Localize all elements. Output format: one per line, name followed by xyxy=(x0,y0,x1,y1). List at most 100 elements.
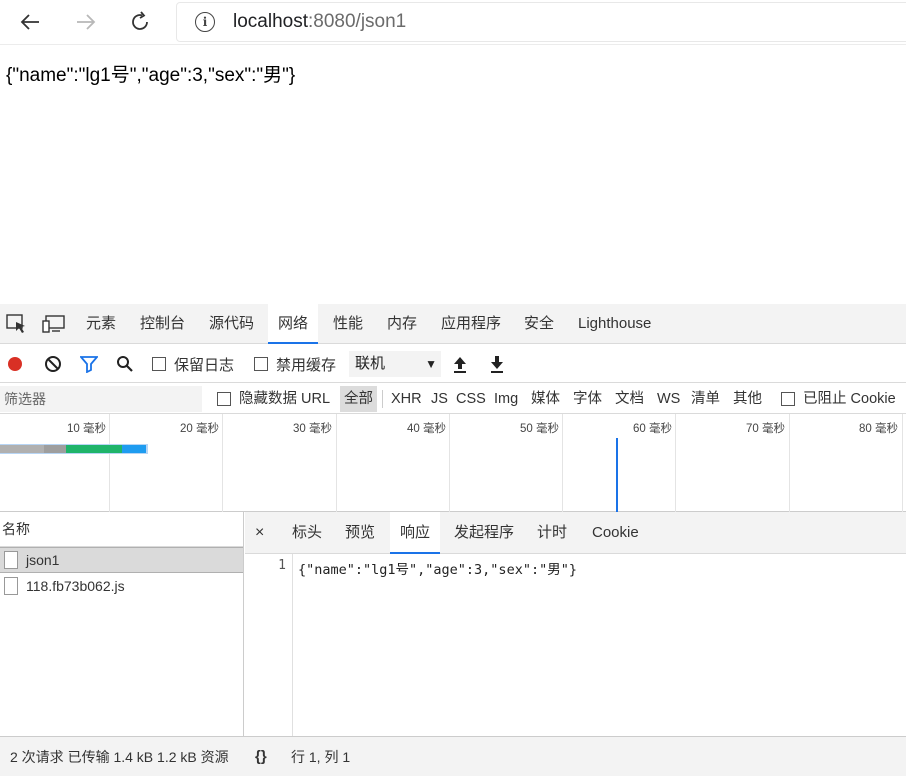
forward-icon[interactable] xyxy=(68,4,104,40)
preserve-log-toggle[interactable]: 保留日志 xyxy=(152,345,234,383)
filter-divider xyxy=(382,390,383,408)
timeline-tick-label: 60 毫秒 xyxy=(633,423,672,435)
filter-type-media[interactable]: 媒体 xyxy=(531,384,560,414)
preserve-log-label: 保留日志 xyxy=(174,356,235,374)
timeline-gridline xyxy=(449,414,450,512)
record-icon[interactable] xyxy=(6,345,24,383)
network-toolbar: 保留日志 禁用缓存 联机 ▼ xyxy=(0,345,906,383)
url-text: localhost:8080/json1 xyxy=(233,11,406,33)
network-summary: 2 次请求 已传输 1.4 kB 1.2 kB 资源 xyxy=(10,749,229,765)
filter-type-manifest[interactable]: 清单 xyxy=(691,384,720,414)
timeline-gridline xyxy=(562,414,563,512)
cursor-position: 行 1, 列 1 xyxy=(291,749,351,765)
request-row[interactable]: json1 xyxy=(0,547,243,573)
load-event-marker xyxy=(616,438,618,512)
tab-initiator[interactable]: 发起程序 xyxy=(454,512,514,554)
filter-type-doc[interactable]: 文档 xyxy=(615,384,644,414)
name-column-header[interactable]: 名称 xyxy=(0,512,243,547)
page-json-text: {"name":"lg1号","age":3,"sex":"男"} xyxy=(6,65,296,86)
timeline-tick-label: 80 毫秒 xyxy=(859,423,898,435)
tab-lighthouse[interactable]: Lighthouse xyxy=(578,304,651,344)
timeline-gridline xyxy=(902,414,903,512)
tab-security[interactable]: 安全 xyxy=(524,304,554,344)
tab-headers[interactable]: 标头 xyxy=(292,512,322,554)
request-detail: × 标头 预览 响应 发起程序 计时 Cookie 1 {"name":"lg1… xyxy=(245,512,906,736)
tab-network[interactable]: 网络 xyxy=(268,304,319,344)
filter-type-css[interactable]: CSS xyxy=(456,384,486,414)
clear-icon[interactable] xyxy=(44,345,62,383)
throttle-select[interactable]: 联机 ▼ xyxy=(349,351,441,377)
tab-cookies[interactable]: Cookie xyxy=(592,512,639,554)
blocked-cookies-checkbox[interactable] xyxy=(781,392,795,406)
back-icon[interactable] xyxy=(12,4,48,40)
tab-application[interactable]: 应用程序 xyxy=(441,304,501,344)
filter-type-img[interactable]: Img xyxy=(494,384,518,414)
filter-bar: 筛选器 隐藏数据 URL 全部 XHR JS CSS Img 媒体 字体 文档 … xyxy=(0,384,906,414)
tab-sources[interactable]: 源代码 xyxy=(209,304,254,344)
browser-toolbar: i localhost:8080/json1 xyxy=(0,0,906,44)
close-icon[interactable]: × xyxy=(255,512,264,554)
tab-memory[interactable]: 内存 xyxy=(387,304,417,344)
request-bar-queue xyxy=(0,445,44,453)
tab-response[interactable]: 响应 xyxy=(390,512,441,554)
disable-cache-label: 禁用缓存 xyxy=(276,356,337,374)
timeline-gridline xyxy=(109,414,110,512)
filter-type-other[interactable]: 其他 xyxy=(733,384,762,414)
timeline-tick-label: 70 毫秒 xyxy=(746,423,785,435)
info-icon[interactable]: i xyxy=(195,12,215,32)
timeline-overview[interactable]: 10 毫秒 20 毫秒 30 毫秒 40 毫秒 50 毫秒 60 毫秒 70 毫… xyxy=(0,414,906,512)
request-name: 118.fb73b062.js xyxy=(26,578,125,594)
tab-preview[interactable]: 预览 xyxy=(345,512,375,554)
line-gutter: 1 xyxy=(245,554,293,736)
request-bar-download xyxy=(122,445,146,453)
preserve-log-checkbox[interactable] xyxy=(152,357,166,371)
document-icon xyxy=(4,577,18,595)
disable-cache-toggle[interactable]: 禁用缓存 xyxy=(254,345,336,383)
filter-input[interactable]: 筛选器 xyxy=(0,386,202,412)
request-bar-stalled xyxy=(44,445,66,453)
toolbar-divider xyxy=(0,44,906,45)
hide-data-urls-toggle[interactable]: 隐藏数据 URL xyxy=(217,384,330,414)
line-number: 1 xyxy=(278,558,286,573)
detail-status-bar: {} 行 1, 列 1 xyxy=(245,736,906,776)
tab-timing[interactable]: 计时 xyxy=(537,512,567,554)
request-bar-waiting xyxy=(66,445,122,453)
throttle-value: 联机 xyxy=(355,355,386,372)
devtools-tabbar: 元素 控制台 源代码 网络 性能 内存 应用程序 安全 Lighthouse xyxy=(0,304,906,344)
filter-type-xhr[interactable]: XHR xyxy=(391,384,422,414)
hide-data-urls-checkbox[interactable] xyxy=(217,392,231,406)
timeline-gridline xyxy=(222,414,223,512)
timeline-tick-label: 50 毫秒 xyxy=(520,423,559,435)
response-code[interactable]: {"name":"lg1号","age":3,"sex":"男"} xyxy=(298,558,577,578)
blocked-cookies-toggle[interactable]: 已阻止 Cookie xyxy=(781,384,896,414)
timeline-tick-label: 20 毫秒 xyxy=(180,423,219,435)
filter-type-all[interactable]: 全部 xyxy=(340,386,377,412)
hide-data-urls-label: 隐藏数据 URL xyxy=(239,391,331,407)
inspect-element-icon[interactable] xyxy=(6,314,28,334)
request-name: json1 xyxy=(26,552,60,568)
device-toolbar-icon[interactable] xyxy=(42,314,65,334)
timeline-tick-label: 30 毫秒 xyxy=(293,423,332,435)
timeline-tick-label: 10 毫秒 xyxy=(67,423,106,435)
timeline-gridline xyxy=(789,414,790,512)
pretty-print-icon[interactable]: {} xyxy=(255,737,267,777)
timeline-gridline xyxy=(336,414,337,512)
filter-type-js[interactable]: JS xyxy=(431,384,448,414)
filter-icon[interactable] xyxy=(80,345,98,383)
refresh-icon[interactable] xyxy=(122,4,158,40)
export-har-icon[interactable] xyxy=(489,345,505,383)
tab-console[interactable]: 控制台 xyxy=(140,304,185,344)
request-row[interactable]: 118.fb73b062.js xyxy=(0,573,243,599)
tab-elements[interactable]: 元素 xyxy=(86,304,116,344)
timeline-tick-label: 40 毫秒 xyxy=(407,423,446,435)
url-host: localhost xyxy=(233,11,308,32)
filter-type-ws[interactable]: WS xyxy=(657,384,680,414)
address-bar[interactable]: i localhost:8080/json1 xyxy=(176,2,906,42)
import-har-icon[interactable] xyxy=(452,345,468,383)
filter-type-font[interactable]: 字体 xyxy=(573,384,602,414)
devtools-panel: 元素 控制台 源代码 网络 性能 内存 应用程序 安全 Lighthouse 保… xyxy=(0,304,906,776)
tab-performance[interactable]: 性能 xyxy=(333,304,363,344)
disable-cache-checkbox[interactable] xyxy=(254,357,268,371)
blocked-cookies-label: 已阻止 Cookie xyxy=(803,391,896,407)
search-icon[interactable] xyxy=(116,345,134,383)
